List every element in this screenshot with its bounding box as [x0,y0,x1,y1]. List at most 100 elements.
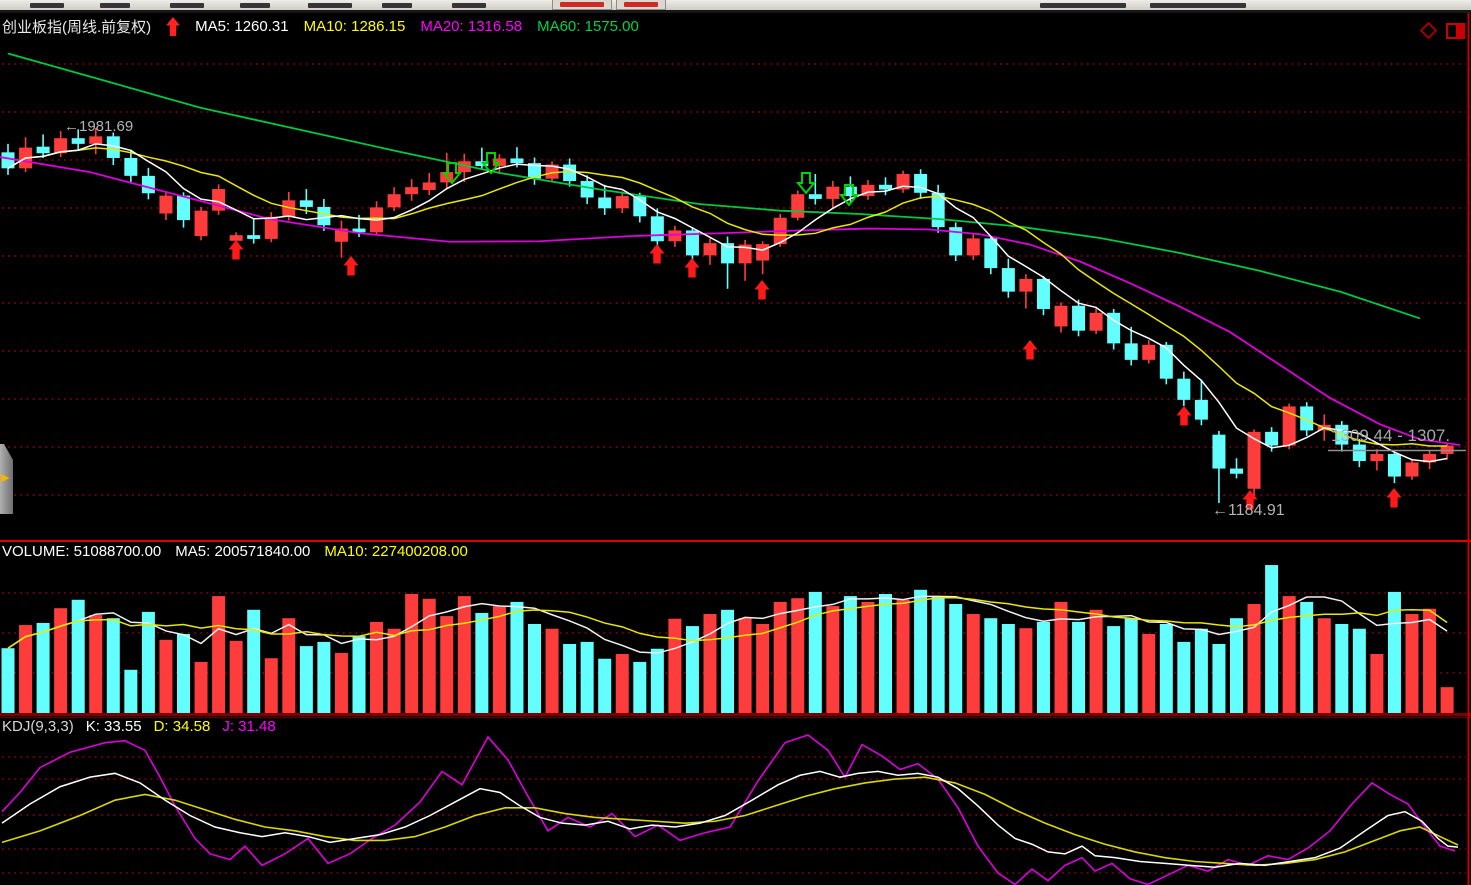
candle-body[interactable] [563,165,576,181]
volume-bar[interactable] [756,624,769,714]
volume-bar[interactable] [791,598,804,714]
volume-bar[interactable] [704,614,717,714]
volume-bar[interactable] [1072,622,1085,714]
volume-bar[interactable] [1248,604,1261,714]
volume-bar[interactable] [914,590,927,714]
volume-bar[interactable] [440,616,453,714]
volume-bar[interactable] [1318,618,1331,714]
candle-body[interactable] [984,238,997,268]
candle-body[interactable] [581,181,594,197]
candle-body[interactable] [1019,279,1032,292]
candle-body[interactable] [423,182,436,190]
candle-body[interactable] [89,136,102,144]
candle-body[interactable] [177,196,190,220]
volume-bar[interactable] [563,644,576,714]
volume-bar[interactable] [282,618,295,714]
candle-body[interactable] [1230,469,1243,474]
volume-bar[interactable] [142,612,155,714]
candle-body[interactable] [1370,454,1383,461]
candle-body[interactable] [967,238,980,255]
volume-bar[interactable] [826,606,839,714]
candle-body[interactable] [37,147,50,154]
volume-bar[interactable] [1195,629,1208,714]
volume-bar[interactable] [1142,634,1155,714]
candle-body[interactable] [879,185,892,190]
volume-bar[interactable] [1107,626,1120,714]
candle-body[interactable] [756,244,769,260]
volume-bar[interactable] [668,619,681,714]
candle-body[interactable] [1195,400,1208,420]
candle-body[interactable] [1353,445,1366,461]
volume-bar[interactable] [897,600,910,714]
volume-bar[interactable] [967,614,980,714]
volume-bar[interactable] [1265,565,1278,714]
volume-bar[interactable] [212,596,225,714]
volume-bar[interactable] [1300,602,1313,714]
candle-body[interactable] [1177,379,1190,400]
volume-bar[interactable] [124,670,137,714]
volume-bar[interactable] [247,610,260,714]
volume-bar[interactable] [774,602,787,714]
volume-bar[interactable] [1002,624,1015,714]
volume-bar[interactable] [861,602,874,714]
candle-body[interactable] [142,176,155,193]
candle-body[interactable] [668,230,681,241]
volume-bar[interactable] [458,596,471,714]
candle-body[interactable] [616,196,629,208]
volume-bar[interactable] [195,662,208,714]
volume-bar[interactable] [317,642,330,714]
volume-bar[interactable] [581,642,594,714]
volume-bar[interactable] [300,646,313,714]
candle-body[interactable] [1160,345,1173,379]
volume-bar[interactable] [546,629,559,714]
volume-bar[interactable] [932,596,945,714]
volume-bar[interactable] [177,634,190,714]
candle-body[interactable] [1002,268,1015,292]
volume-bar[interactable] [844,596,857,714]
candle-body[interactable] [1125,343,1138,359]
candle-body[interactable] [247,235,260,239]
volume-bar[interactable] [159,640,172,714]
volume-bar[interactable] [1160,624,1173,714]
candle-body[interactable] [809,194,822,199]
volume-bar[interactable] [809,592,822,714]
volume-bar[interactable] [1335,624,1348,714]
volume-bar[interactable] [1441,687,1454,714]
volume-bar[interactable] [388,629,401,714]
candle-body[interactable] [1055,306,1068,327]
candle-body[interactable] [651,216,664,241]
volume-bar[interactable] [265,658,278,714]
candle-body[interactable] [791,194,804,218]
candle-body[interactable] [1142,345,1155,360]
volume-bar[interactable] [1353,629,1366,714]
volume-bar[interactable] [1177,642,1190,714]
split-window-icon[interactable] [1446,23,1465,39]
volume-bar[interactable] [335,653,348,714]
volume-bar[interactable] [353,636,366,714]
volume-bar[interactable] [475,613,488,714]
candle-body[interactable] [1212,435,1225,469]
chart-canvas[interactable] [0,0,1471,885]
candle-body[interactable] [300,200,313,207]
candle-body[interactable] [704,243,717,255]
volume-bar[interactable] [1370,654,1383,714]
candle-body[interactable] [159,196,172,214]
volume-bar[interactable] [616,654,629,714]
volume-bar[interactable] [72,600,85,714]
candle-body[interactable] [124,158,137,176]
candle-body[interactable] [826,187,839,199]
volume-bar[interactable] [230,641,243,714]
candle-body[interactable] [317,207,330,225]
candle-body[interactable] [195,211,208,236]
candle-body[interactable] [510,158,523,163]
volume-bar[interactable] [1406,614,1419,714]
volume-bar[interactable] [528,624,541,714]
volume-bar[interactable] [405,594,418,714]
candle-body[interactable] [1090,313,1103,331]
candle-body[interactable] [388,194,401,207]
volume-bar[interactable] [633,662,646,714]
volume-bar[interactable] [89,615,102,714]
candle-body[interactable] [1265,432,1278,446]
volume-bar[interactable] [2,648,15,714]
candle-body[interactable] [230,235,243,241]
